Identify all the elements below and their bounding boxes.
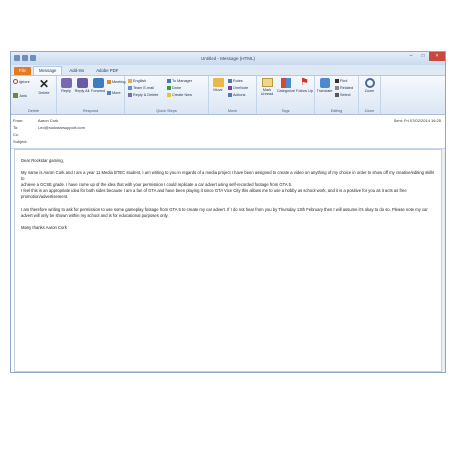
quickstep-english[interactable]: Engllish (128, 79, 146, 83)
greeting: Dear Rockstar gaming, (21, 158, 64, 163)
reply-all-icon (76, 78, 88, 88)
checkmark-icon (167, 86, 171, 90)
folder-icon (212, 78, 224, 87)
quick-steps-group: Engllish To Manager Team E-mail Done Rep… (125, 76, 209, 114)
message-window: Untitled - Message (HTML) – □ × File Mes… (10, 51, 446, 373)
more-button[interactable]: More (107, 91, 121, 95)
ribbon: Ignore Junk ✕ Delete Delete Reply Reply … (11, 75, 445, 115)
tab-add-ins[interactable]: Add-Ins (64, 67, 89, 75)
quickstep-to-manager[interactable]: To Manager (167, 79, 192, 83)
forward-button[interactable]: Forward (90, 78, 106, 93)
paragraph-1: My name is Aaron Cork and I am a year 11… (21, 170, 435, 200)
vertical-scrollbar[interactable] (442, 149, 445, 372)
quickstep-done[interactable]: Done (167, 86, 181, 90)
to-value[interactable]: Leo@rockstarsupport.com (38, 125, 85, 130)
from-label: From: (13, 118, 24, 123)
window-title: Untitled - Message (HTML) (200, 56, 255, 61)
tab-file[interactable]: File (14, 67, 31, 75)
minimize-icon[interactable]: – (405, 52, 417, 61)
reply-icon (60, 78, 72, 88)
paragraph-2: I am therefore writing to ask for permis… (21, 206, 428, 218)
move-group: Move Rules OneNote Actions Move (209, 76, 257, 114)
rules-icon (228, 79, 232, 83)
magnifier-icon (364, 78, 375, 88)
quickstep-team-email[interactable]: Team E-mail (128, 86, 154, 90)
zoom-group: Zoom Zoom (359, 76, 381, 114)
quickstep-create-new[interactable]: Create New (167, 93, 192, 97)
forward-icon (92, 78, 104, 88)
reply-all-button[interactable]: Reply All (74, 78, 90, 93)
close-icon[interactable]: × (429, 52, 445, 61)
message-headers: From: Aaron Cork To: Leo@rockstarsupport… (11, 115, 445, 149)
title-bar: Untitled - Message (HTML) – □ × (11, 52, 445, 65)
signoff: Many thanks Aaron Cork (21, 224, 67, 230)
delete-button[interactable]: ✕ Delete (35, 78, 53, 95)
delete-icon: ✕ (38, 77, 50, 91)
categorize-icon (281, 78, 291, 88)
mark-unread-button[interactable]: Mark Unread (258, 78, 276, 96)
ignore-button[interactable]: Ignore (13, 79, 30, 84)
quickstep-icon (128, 79, 132, 83)
categorize-button[interactable]: Categorize (276, 78, 296, 93)
editing-group: Translate Find Related Select Editing (315, 76, 359, 114)
forward-arrow-icon (167, 79, 171, 83)
onenote-icon (228, 86, 232, 90)
zoom-button[interactable]: Zoom (361, 78, 378, 93)
team-icon (128, 86, 132, 90)
move-button[interactable]: Move (210, 78, 226, 92)
follow-up-button[interactable]: ⚑ Follow Up (296, 77, 313, 94)
junk-button[interactable]: Junk (13, 93, 27, 98)
window-controls: – □ × (405, 52, 445, 61)
ribbon-tabs: File Message Add-Ins Adobe PDF (11, 65, 445, 75)
junk-icon (13, 93, 18, 98)
message-body[interactable]: Dear Rockstar gaming, My name is Aaron C… (14, 149, 442, 372)
cc-label: Cc: (13, 132, 19, 137)
to-label: To: (13, 125, 19, 130)
translate-icon (319, 78, 330, 88)
sent-timestamp: Sent: Fri 07/02/2014 16:25 (393, 118, 441, 123)
delete-group: Ignore Junk ✕ Delete Delete (11, 76, 57, 114)
more-icon (107, 91, 111, 95)
binoculars-icon (335, 79, 339, 83)
select-button[interactable]: Select (335, 93, 351, 97)
meeting-button[interactable]: Meeting (107, 80, 126, 84)
maximize-icon[interactable]: □ (417, 52, 429, 61)
flag-icon: ⚑ (300, 77, 309, 88)
reply-delete-icon (128, 93, 132, 97)
actions-icon (228, 93, 232, 97)
respond-group: Reply Reply All Forward Meeting More Res… (57, 76, 126, 114)
tab-message[interactable]: Message (32, 66, 63, 75)
find-button[interactable]: Find (335, 79, 347, 83)
calendar-icon (107, 80, 111, 84)
quickstep-reply-delete[interactable]: Reply & Delete (128, 93, 158, 97)
tab-adobe-pdf[interactable]: Adobe PDF (91, 67, 123, 75)
envelope-icon (261, 78, 273, 87)
ignore-icon (13, 79, 18, 84)
related-button[interactable]: Related (335, 86, 353, 90)
reply-button[interactable]: Reply (58, 78, 74, 93)
translate-button[interactable]: Translate (316, 78, 333, 93)
tags-group: Mark Unread Categorize ⚑ Follow Up Tags (257, 76, 315, 114)
onenote-button[interactable]: OneNote (228, 86, 248, 90)
from-value: Aaron Cork (38, 118, 59, 123)
cursor-icon (335, 93, 339, 97)
related-icon (335, 86, 339, 90)
actions-button[interactable]: Actions (228, 93, 245, 97)
rules-button[interactable]: Rules (228, 79, 243, 83)
subject-label: Subject: (13, 139, 28, 144)
lightning-icon (167, 93, 171, 97)
